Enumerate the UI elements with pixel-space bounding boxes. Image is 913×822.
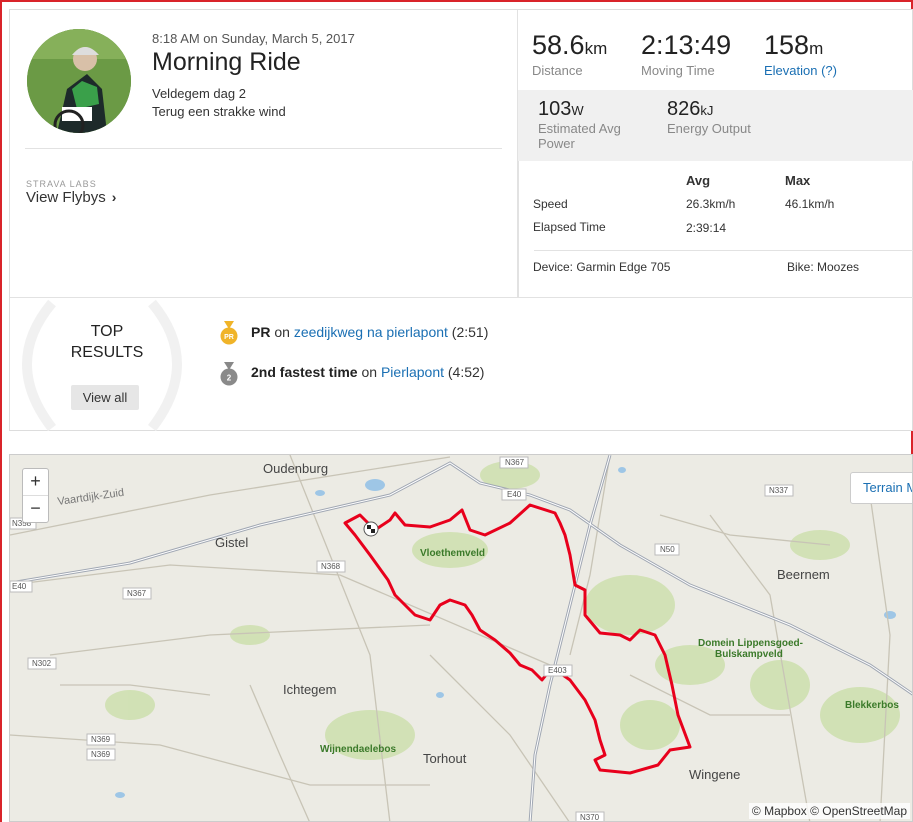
- heading-line: RESULTS: [70, 344, 144, 361]
- row-avg: 2:39:14: [686, 221, 727, 235]
- stat-elevation: 158m Elevation (?): [764, 30, 837, 78]
- stats-table: Avg Max Speed 26.3km/h 46.1km/h Elapsed …: [518, 161, 913, 297]
- energy-value: 826: [667, 98, 701, 120]
- road-shield: N337: [769, 486, 789, 495]
- zoom-in-button[interactable]: +: [23, 469, 48, 496]
- description-line: Veldegem dag 2: [152, 86, 246, 101]
- road-shield: N370: [580, 813, 600, 822]
- result-on: on: [357, 364, 381, 380]
- row-avg: 26.3km/h: [686, 197, 736, 211]
- view-flybys-label: View Flybys: [26, 189, 106, 206]
- description-line: Terug een strakke wind: [152, 104, 286, 119]
- zoom-out-button[interactable]: −: [23, 496, 48, 523]
- activity-datetime: 8:18 AM on Sunday, March 5, 2017: [152, 31, 355, 46]
- map-attribution[interactable]: © Mapbox © OpenStreetMap: [748, 803, 910, 819]
- road-shield: N368: [321, 562, 341, 571]
- finish-flag-icon: [363, 521, 379, 537]
- row-max: 46.1km/h: [785, 197, 835, 211]
- second-place-medal-icon: 2: [220, 362, 238, 386]
- power-value: 103: [538, 98, 572, 120]
- map-park-label: Domein Lippensgoed-: [698, 638, 803, 649]
- power-unit: W: [571, 103, 584, 118]
- distance-value: 58.6: [532, 30, 585, 60]
- map-place-label: Torhout: [423, 751, 467, 766]
- map-canvas: Oudenburg Gistel Beernem Ichtegem Torhou…: [10, 455, 912, 822]
- stat-moving-time: 2:13:49 Moving Time: [641, 30, 731, 78]
- result-achievement: 2nd fastest time: [251, 364, 358, 380]
- road-shield: E403: [548, 666, 567, 675]
- road-shield: N302: [32, 659, 52, 668]
- heading-line: TOP: [90, 323, 124, 340]
- result-time: (4:52): [444, 364, 485, 380]
- elevation-help-link[interactable]: Elevation (?): [764, 63, 837, 78]
- power-label: Estimated Avg: [538, 121, 621, 136]
- stat-power: 103W Estimated Avg Power: [538, 98, 621, 151]
- elevation-unit: m: [809, 39, 824, 58]
- pr-badge-text: PR: [224, 334, 234, 341]
- max-header: Max: [785, 173, 811, 188]
- secondary-stats: 103W Estimated Avg Power 826kJ Energy Ou…: [518, 90, 913, 161]
- road-shield: E40: [12, 582, 27, 591]
- view-all-button[interactable]: View all: [71, 385, 139, 410]
- rank-badge-text: 2: [227, 374, 232, 383]
- row-label: Speed: [533, 197, 568, 211]
- road-shield: N367: [505, 458, 525, 467]
- energy-label: Energy Output: [667, 121, 751, 136]
- road-shield: N369: [91, 750, 111, 759]
- result-achievement: PR: [251, 324, 271, 340]
- chevron-right-icon: ›: [111, 189, 117, 205]
- map-park-label: Vloethemveld: [420, 548, 485, 559]
- road-shield: N367: [127, 589, 147, 598]
- map-park-label: Wijnendaelebos: [320, 744, 396, 755]
- divider: [25, 148, 502, 149]
- result-on: on: [270, 324, 294, 340]
- moving-time-value: 2:13:49: [641, 30, 732, 60]
- device-info: Device: Garmin Edge 705: [533, 260, 671, 274]
- map-park-label: Blekkerbos: [845, 700, 899, 711]
- map-park-label: Bulskampveld: [715, 649, 783, 660]
- distance-unit: km: [584, 39, 608, 58]
- road-shield: N369: [91, 735, 111, 744]
- terrain-map-button[interactable]: Terrain Map: [850, 472, 912, 504]
- stat-distance: 58.6km Distance: [532, 30, 607, 78]
- zoom-control: + −: [22, 468, 49, 523]
- elevation-value: 158: [764, 30, 810, 60]
- page: 8:18 AM on Sunday, March 5, 2017 Morning…: [0, 0, 913, 822]
- energy-unit: kJ: [700, 103, 714, 118]
- stat-energy: 826kJ Energy Output: [667, 98, 751, 136]
- result-item: PR on zeedijkweg na pierlapont (2:51): [251, 324, 488, 340]
- segment-link[interactable]: Pierlapont: [381, 364, 444, 380]
- strava-labs-label: STRAVA LABS: [26, 179, 97, 189]
- power-label: Power: [538, 136, 575, 151]
- left-border: [0, 0, 2, 822]
- laurel-wreath-icon: [22, 299, 182, 431]
- map-place-label: Beernem: [777, 567, 830, 582]
- view-flybys-link[interactable]: View Flybys ›: [26, 189, 116, 206]
- distance-label: Distance: [532, 63, 583, 78]
- top-results-heading: TOP RESULTS: [57, 321, 157, 363]
- activity-summary-card: 8:18 AM on Sunday, March 5, 2017 Morning…: [9, 9, 913, 431]
- route-map[interactable]: Oudenburg Gistel Beernem Ichtegem Torhou…: [9, 454, 913, 822]
- row-label: Elapsed Time: [533, 220, 606, 234]
- road-shield: N50: [660, 545, 675, 554]
- top-border: [0, 0, 913, 2]
- map-place-label: Wingene: [689, 767, 740, 782]
- map-waterway-label: Vaartdijk-Zuid: [57, 487, 125, 508]
- moving-time-label: Moving Time: [641, 63, 715, 78]
- segment-link[interactable]: zeedijkweg na pierlapont: [294, 324, 448, 340]
- map-place-label: Gistel: [215, 535, 248, 550]
- map-place-label: Ichtegem: [283, 682, 336, 697]
- activity-title: Morning Ride: [152, 48, 301, 76]
- pr-medal-icon: PR: [220, 321, 238, 345]
- result-item: 2nd fastest time on Pierlapont (4:52): [251, 364, 484, 380]
- road-shield: E40: [507, 490, 522, 499]
- map-place-label: Oudenburg: [263, 461, 328, 476]
- divider: [534, 250, 913, 251]
- primary-stats: 58.6km Distance 2:13:49 Moving Time 158m…: [518, 10, 913, 90]
- avatar[interactable]: [27, 29, 131, 133]
- avg-header: Avg: [686, 173, 711, 188]
- bike-info[interactable]: Bike: Moozes: [787, 260, 859, 274]
- result-time: (2:51): [447, 324, 489, 340]
